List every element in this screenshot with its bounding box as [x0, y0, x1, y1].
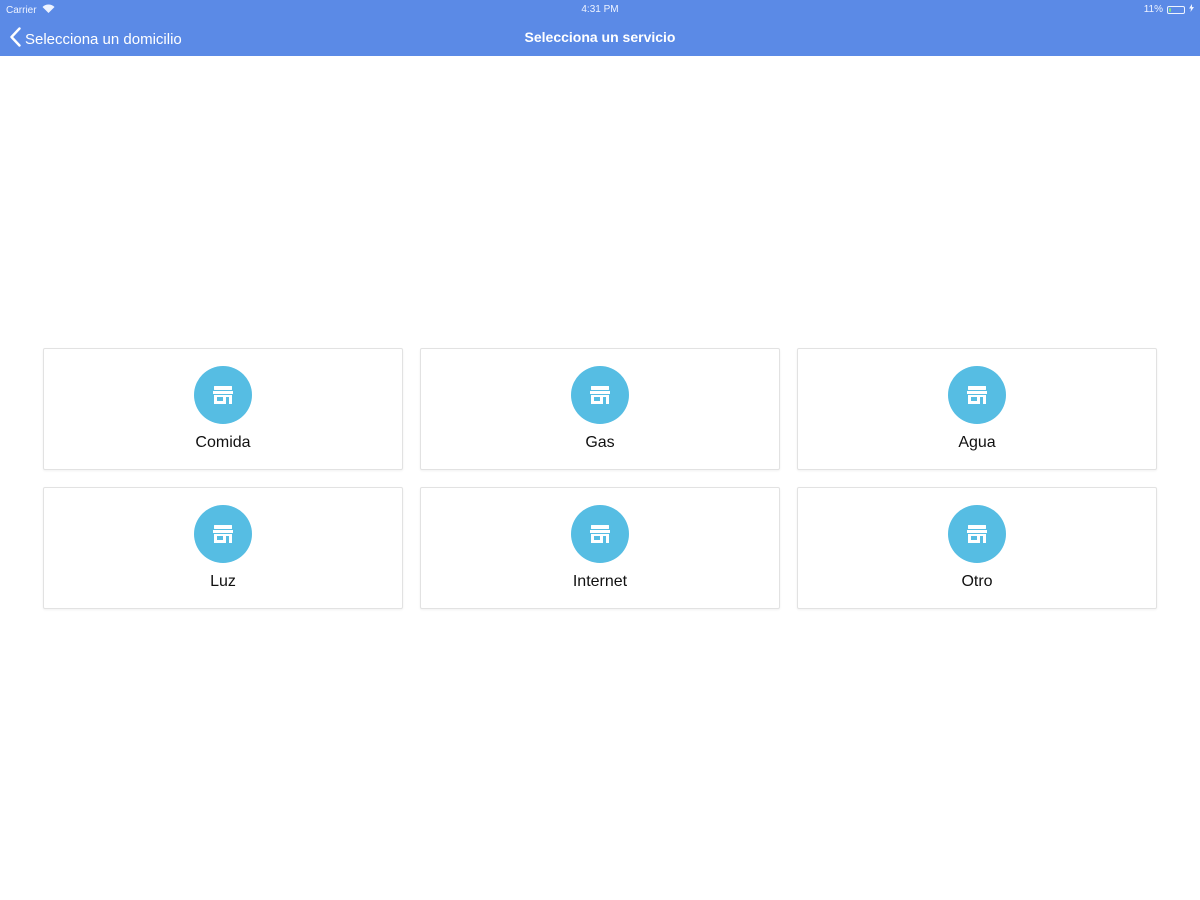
store-icon	[194, 366, 252, 424]
page-title: Selecciona un servicio	[524, 29, 676, 45]
service-card-label: Internet	[572, 573, 628, 590]
service-card-gas[interactable]: Gas	[420, 348, 780, 470]
service-grid: Comida Gas Agua Luz Internet Otro	[43, 348, 1158, 609]
battery-icon	[1167, 5, 1185, 14]
store-icon	[571, 505, 629, 563]
store-icon	[571, 366, 629, 424]
status-bar: Carrier 4:31 PM 11%	[0, 0, 1200, 18]
store-icon	[948, 366, 1006, 424]
store-icon	[194, 505, 252, 563]
service-card-label: Otro	[961, 573, 993, 590]
service-card-label: Gas	[585, 434, 615, 451]
status-time: 4:31 PM	[581, 4, 619, 15]
service-card-luz[interactable]: Luz	[43, 487, 403, 609]
service-card-label: Comida	[195, 434, 251, 451]
service-card-comida[interactable]: Comida	[43, 348, 403, 470]
service-card-otro[interactable]: Otro	[797, 487, 1157, 609]
charging-icon	[1189, 4, 1194, 15]
service-card-label: Agua	[958, 434, 996, 451]
service-card-label: Luz	[210, 573, 236, 590]
store-icon	[948, 505, 1006, 563]
battery-percent: 11%	[1143, 4, 1163, 15]
service-card-internet[interactable]: Internet	[420, 487, 780, 609]
service-card-agua[interactable]: Agua	[797, 348, 1157, 470]
nav-row: Selecciona un domicilio Selecciona un se…	[0, 20, 1200, 56]
status-right: 11%	[1144, 4, 1194, 15]
navigation-header: Carrier 4:31 PM 11% Selecciona un domici…	[0, 0, 1200, 56]
battery-fill	[1169, 7, 1171, 12]
